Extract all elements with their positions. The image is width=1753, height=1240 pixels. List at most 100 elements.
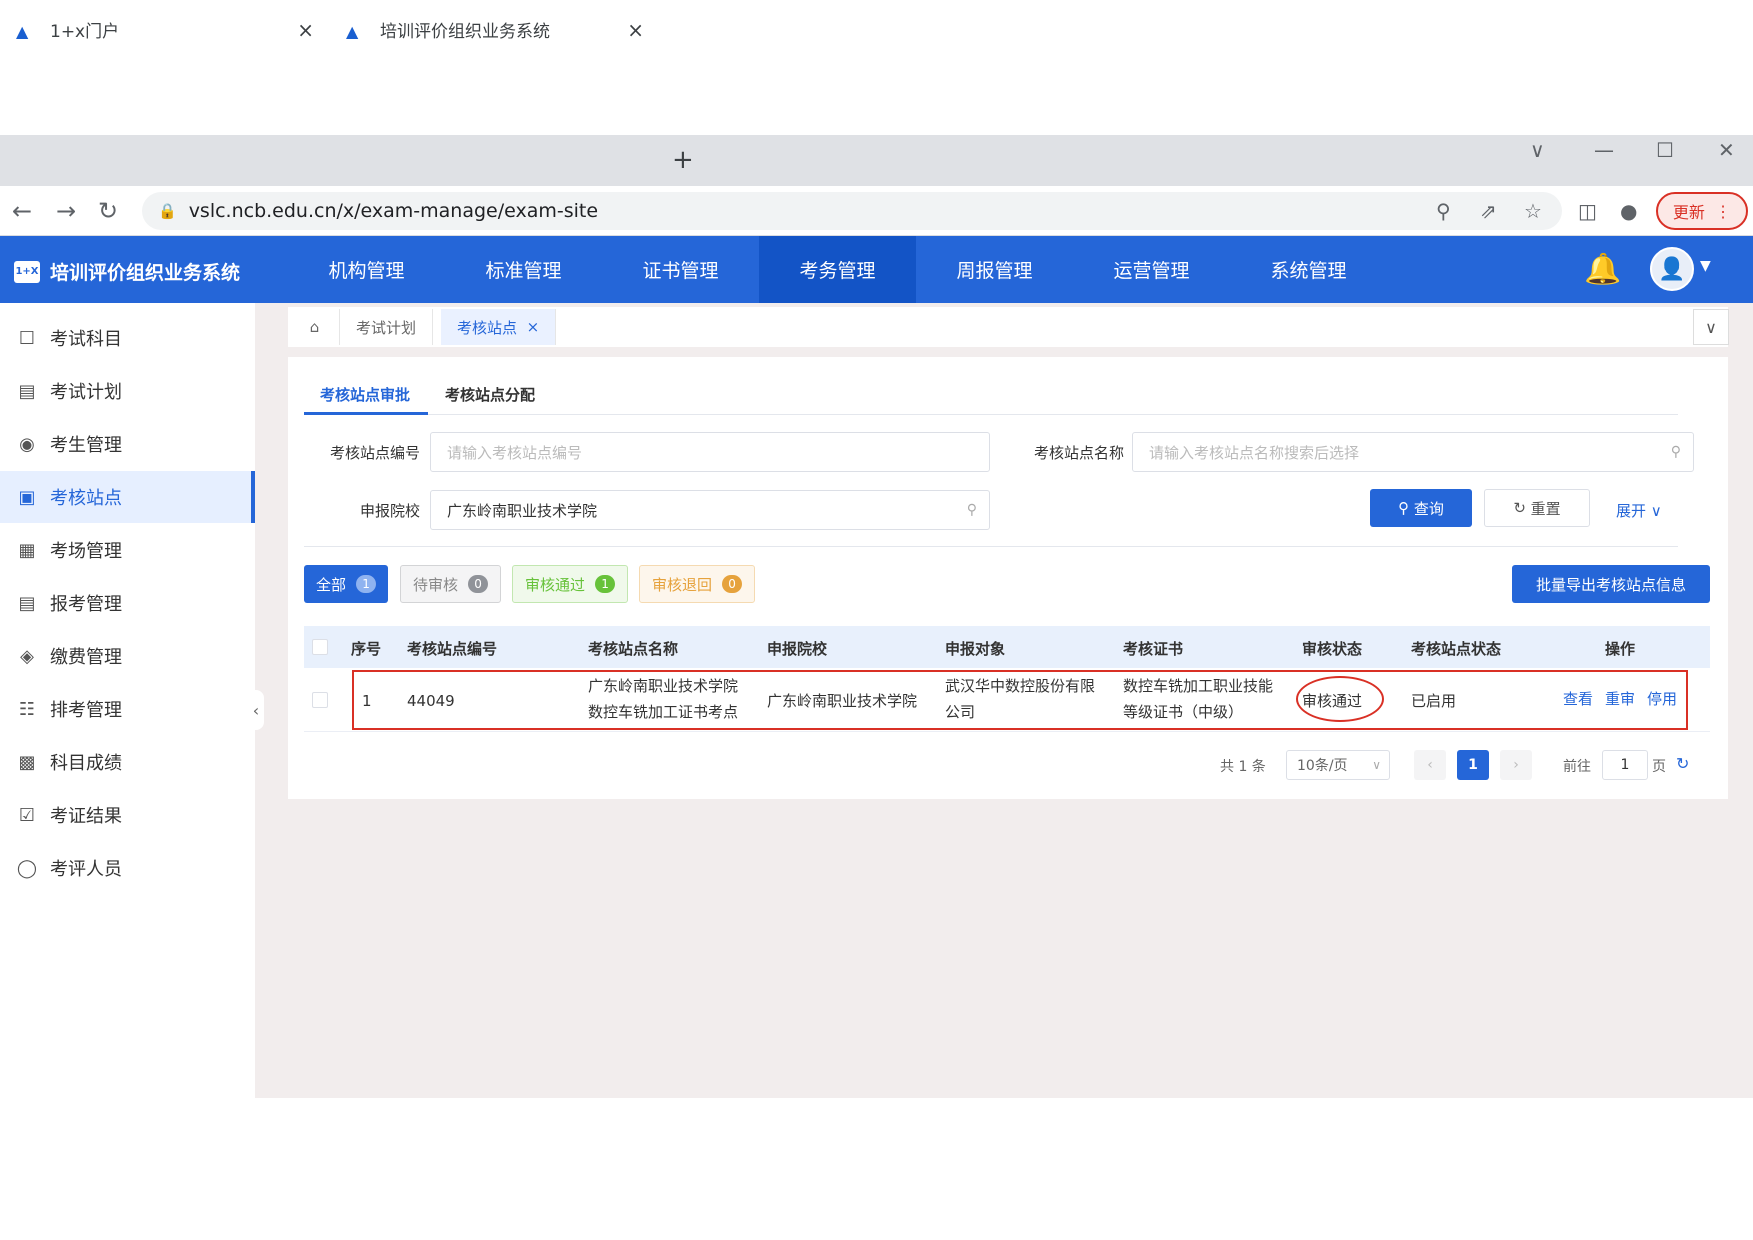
sidebar-item-payment[interactable]: ◈ 缴费管理 <box>0 630 255 682</box>
share-icon[interactable]: ⇗ <box>1480 199 1497 223</box>
maximize-icon[interactable]: ☐ <box>1656 138 1674 162</box>
site-name-input[interactable]: 请输入考核站点名称搜索后选择 ⚲ <box>1132 432 1694 472</box>
sidebar-item-label: 考生管理 <box>50 435 122 456</box>
tag-label: 考核站点 <box>457 318 518 337</box>
nav-exam-affairs[interactable]: 考务管理 <box>759 236 916 303</box>
reload-icon[interactable]: ↻ <box>98 197 118 225</box>
bookmark-star-icon[interactable]: ☆ <box>1524 199 1542 223</box>
profile-icon[interactable]: ● <box>1620 199 1637 223</box>
tab-site-allocation[interactable]: 考核站点分配 <box>445 384 535 405</box>
back-icon[interactable]: ← <box>12 197 32 225</box>
close-window-icon[interactable]: ✕ <box>1718 138 1735 162</box>
app-logo-icon: 1+X <box>14 260 40 283</box>
close-icon[interactable]: × <box>527 318 540 336</box>
bell-icon[interactable]: 🔔 <box>1584 252 1621 287</box>
page-size-value: 10条/页 <box>1297 758 1348 774</box>
result-icon: ☑ <box>18 804 36 826</box>
avatar[interactable]: 👤 <box>1650 247 1694 291</box>
page-number-current[interactable]: 1 <box>1457 750 1489 780</box>
browser-tab-system[interactable]: ▲ 培训评价组织业务系统 × <box>330 8 660 51</box>
collapse-sidebar-icon[interactable]: ‹ <box>248 690 264 730</box>
school-input[interactable]: 广东岭南职业技术学院 ⚲ <box>430 490 990 530</box>
chip-pending[interactable]: 待审核 0 <box>400 565 502 603</box>
sidebar-item-site[interactable]: ▣ 考核站点 <box>0 471 255 523</box>
active-tab-indicator <box>304 412 428 415</box>
col-site-status: 考核站点状态 <box>1411 640 1502 658</box>
nav-standard[interactable]: 标准管理 <box>445 236 602 303</box>
payment-icon: ◈ <box>20 645 34 667</box>
sidebar-item-staff[interactable]: ◯ 考评人员 <box>0 842 255 894</box>
sidebar-item-subject[interactable]: ☐ 考试科目 <box>0 312 255 364</box>
goto-label: 前往 <box>1563 759 1591 775</box>
app-brand[interactable]: 1+X 培训评价组织业务系统 <box>14 258 240 285</box>
sidebar-item-score[interactable]: ▩ 科目成绩 <box>0 736 255 788</box>
site-icon: ▣ <box>18 486 36 508</box>
tags-dropdown-icon[interactable]: ∨ <box>1693 309 1729 345</box>
staff-icon: ◯ <box>16 857 38 879</box>
update-label: 更新 <box>1672 203 1705 222</box>
expand-button[interactable]: 展开 ∨ <box>1616 500 1662 521</box>
chevron-down-icon: ∨ <box>1650 502 1662 520</box>
select-all-checkbox[interactable] <box>312 639 328 655</box>
new-tab-icon[interactable]: + <box>672 145 694 175</box>
tab-site-approval[interactable]: 考核站点审批 <box>320 384 410 405</box>
url-input[interactable]: 🔒 vslc.ncb.edu.cn/x/exam-manage/exam-sit… <box>142 192 1562 230</box>
minimize-icon[interactable]: — <box>1594 138 1614 162</box>
app-title: 培训评价组织业务系统 <box>50 262 241 284</box>
sidebar-item-label: 考核站点 <box>50 488 122 509</box>
tag-exam-plan[interactable]: 考试计划 <box>340 309 434 345</box>
browser-tab-portal[interactable]: ▲ 1+x门户 × <box>0 8 330 51</box>
update-button[interactable]: 更新 ⋮ <box>1656 192 1748 230</box>
lock-icon: 🔒 <box>158 202 177 220</box>
forward-icon[interactable]: → <box>56 197 76 225</box>
chip-label: 待审核 <box>413 575 459 594</box>
export-button[interactable]: 批量导出考核站点信息 <box>1512 565 1710 603</box>
expand-label: 展开 <box>1616 502 1647 520</box>
nav-certificate[interactable]: 证书管理 <box>602 236 759 303</box>
sidebar-item-label: 科目成绩 <box>50 753 122 774</box>
browser-tab-title: 培训评价组织业务系统 <box>380 22 550 42</box>
nav-org[interactable]: 机构管理 <box>288 236 445 303</box>
tag-exam-site[interactable]: 考核站点 × <box>441 309 557 345</box>
query-button[interactable]: ⚲ 查询 <box>1370 489 1472 527</box>
highlight-row-box <box>352 670 1688 730</box>
sidebar-item-schedule[interactable]: ☷ 排考管理 <box>0 683 255 735</box>
search-icon: ⚲ <box>1398 499 1414 517</box>
nav-operations[interactable]: 运营管理 <box>1073 236 1230 303</box>
register-icon: ▤ <box>18 592 36 614</box>
sidebar-item-register[interactable]: ▤ 报考管理 <box>0 577 255 629</box>
col-audit-status: 审核状态 <box>1302 640 1363 658</box>
chip-returned[interactable]: 审核退回 0 <box>639 565 756 603</box>
sidebar-item-label: 考证结果 <box>50 806 122 827</box>
row-checkbox[interactable] <box>312 692 328 708</box>
sidebar-item-label: 考试科目 <box>50 329 122 350</box>
nav-system[interactable]: 系统管理 <box>1230 236 1387 303</box>
chevron-down-icon[interactable]: ▼ <box>1700 258 1711 274</box>
zoom-icon[interactable]: ⚲ <box>1436 199 1451 223</box>
sidebar-item-label: 报考管理 <box>50 594 122 615</box>
site-name-label: 考核站点名称 <box>1033 444 1124 462</box>
sidebar-item-candidate[interactable]: ◉ 考生管理 <box>0 418 255 470</box>
close-tab-icon[interactable]: × <box>627 18 644 42</box>
sidebar-item-result[interactable]: ☑ 考证结果 <box>0 789 255 841</box>
refresh-icon[interactable]: ↻ <box>1676 754 1689 773</box>
side-panel-icon[interactable]: ◫ <box>1578 199 1597 223</box>
col-actions: 操作 <box>1605 640 1636 658</box>
close-tab-icon[interactable]: × <box>297 18 314 42</box>
prev-page-button[interactable]: ‹ <box>1414 750 1446 780</box>
home-icon[interactable]: ⌂ <box>290 309 340 345</box>
site-code-input[interactable]: 请输入考核站点编号 <box>430 432 990 472</box>
sidebar-item-room[interactable]: ▦ 考场管理 <box>0 524 255 576</box>
reset-button[interactable]: ↻ 重置 <box>1484 489 1590 527</box>
next-page-button[interactable]: › <box>1500 750 1532 780</box>
goto-page-input[interactable]: 1 <box>1602 750 1648 780</box>
chip-all[interactable]: 全部 1 <box>304 565 389 603</box>
sidebar-item-plan[interactable]: ▤ 考试计划 <box>0 365 255 417</box>
page-size-select[interactable]: 10条/页 ∨ <box>1286 750 1390 780</box>
highlight-status-circle <box>1296 676 1384 722</box>
score-icon: ▩ <box>18 751 36 773</box>
nav-weekly-report[interactable]: 周报管理 <box>916 236 1073 303</box>
tab-search-icon[interactable]: ∨ <box>1530 138 1545 162</box>
reset-icon: ↻ <box>1513 499 1531 517</box>
chip-approved[interactable]: 审核通过 1 <box>512 565 629 603</box>
